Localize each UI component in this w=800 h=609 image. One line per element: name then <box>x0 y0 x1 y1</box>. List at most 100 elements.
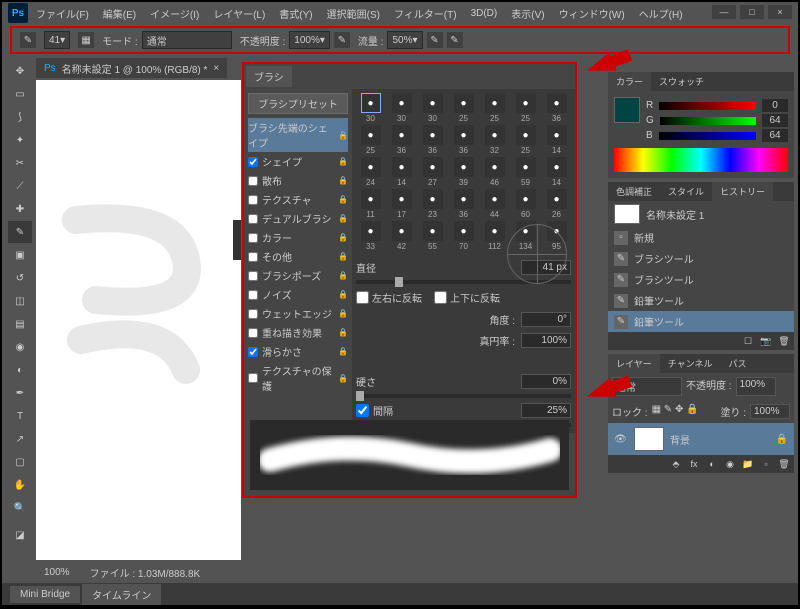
tab-history[interactable]: ヒストリー <box>712 182 773 201</box>
flow-field[interactable]: 50% ▾ <box>387 31 422 49</box>
brush-opt[interactable]: 重ね描き効果🔒 <box>248 323 348 342</box>
heal-tool[interactable]: ✚ <box>8 198 32 220</box>
brush-opt[interactable]: テクスチャの保護🔒 <box>248 361 348 395</box>
angle-field[interactable]: 0° <box>521 312 571 327</box>
brush-tip[interactable]: ●42 <box>387 221 416 251</box>
r-slider[interactable] <box>659 102 756 110</box>
brush-tip[interactable]: ●26 <box>542 189 571 219</box>
layer-row[interactable]: 👁 背景 🔒 <box>608 423 794 455</box>
adjust-icon[interactable]: ◉ <box>722 457 738 471</box>
brush-opt[interactable]: ウェットエッジ🔒 <box>248 304 348 323</box>
g-value[interactable]: 64 <box>762 114 788 127</box>
zoom-tool[interactable]: 🔍 <box>8 497 32 519</box>
tab-channels[interactable]: チャンネル <box>660 354 721 373</box>
tool-preset-icon[interactable]: ✎ <box>20 32 36 48</box>
lasso-tool[interactable]: ⟆ <box>8 106 32 128</box>
brush-tip[interactable]: ●25 <box>480 93 509 123</box>
move-tool[interactable]: ✥ <box>8 60 32 82</box>
hardness-slider[interactable] <box>356 394 571 398</box>
brush-tip[interactable]: ●25 <box>356 125 385 155</box>
menu-view[interactable]: 表示(V) <box>505 3 550 24</box>
path-tool[interactable]: ↗ <box>8 428 32 450</box>
menu-filter[interactable]: フィルター(T) <box>388 3 463 24</box>
brush-opt[interactable]: その他🔒 <box>248 247 348 266</box>
airbrush-icon[interactable]: ✎ <box>427 32 443 48</box>
brush-preset-button[interactable]: ブラシプリセット <box>248 93 348 114</box>
menu-help[interactable]: ヘルプ(H) <box>633 3 689 24</box>
menu-select[interactable]: 選択範囲(S) <box>321 3 386 24</box>
b-value[interactable]: 64 <box>762 129 788 142</box>
menu-window[interactable]: ウィンドウ(W) <box>553 3 631 24</box>
brush-tool[interactable]: ✎ <box>8 221 32 243</box>
brush-opt[interactable]: ノイズ🔒 <box>248 285 348 304</box>
opacity-pressure-icon[interactable]: ✎ <box>334 32 350 48</box>
history-item[interactable]: ✎ブラシツール <box>608 269 794 290</box>
menu-image[interactable]: イメージ(I) <box>144 3 205 24</box>
window-close[interactable]: × <box>768 5 792 19</box>
brush-tip[interactable]: ●14 <box>542 125 571 155</box>
brush-tip[interactable]: ●30 <box>418 93 447 123</box>
brush-opt[interactable]: 滑らかさ🔒 <box>248 342 348 361</box>
tablet-pressure-icon[interactable]: ✎ <box>447 32 463 48</box>
flip-y-check[interactable]: 上下に反転 <box>434 290 500 305</box>
lock-icons[interactable]: ▦ ✎ ✥ 🔒 <box>652 404 699 419</box>
hardness-field[interactable]: 0% <box>521 374 571 389</box>
menu-3d[interactable]: 3D(D) <box>465 5 504 22</box>
history-item[interactable]: ✎鉛筆ツール <box>608 311 794 332</box>
blur-tool[interactable]: ◉ <box>8 336 32 358</box>
canvas[interactable] <box>36 80 241 560</box>
layer-fill[interactable]: 100% <box>750 404 790 419</box>
scrollbar[interactable] <box>233 220 241 260</box>
type-tool[interactable]: T <box>8 405 32 427</box>
menu-edit[interactable]: 編集(E) <box>97 3 142 24</box>
tab-layers[interactable]: レイヤー <box>608 354 660 373</box>
brush-tip[interactable]: ●60 <box>511 189 540 219</box>
opacity-field[interactable]: 100% ▾ <box>289 31 330 49</box>
brush-opt[interactable]: 散布🔒 <box>248 171 348 190</box>
brush-tip[interactable]: ●46 <box>480 157 509 187</box>
brush-tip[interactable]: ●36 <box>418 125 447 155</box>
pen-tool[interactable]: ✒ <box>8 382 32 404</box>
fx-icon[interactable]: fx <box>686 457 702 471</box>
brush-opt[interactable]: シェイプ🔒 <box>248 152 348 171</box>
new-layer-icon[interactable]: ▫ <box>758 457 774 471</box>
hand-tool[interactable]: ✋ <box>8 474 32 496</box>
brush-tip[interactable]: ●55 <box>418 221 447 251</box>
brush-tip[interactable]: ●70 <box>449 221 478 251</box>
flip-x-check[interactable]: 左右に反転 <box>356 290 422 305</box>
brush-tip[interactable]: ●36 <box>449 125 478 155</box>
b-slider[interactable] <box>659 132 756 140</box>
r-value[interactable]: 0 <box>762 99 788 112</box>
crop-tool[interactable]: ✂ <box>8 152 32 174</box>
layer-visibility-icon[interactable]: 👁 <box>614 434 628 445</box>
history-item[interactable]: ✎ブラシツール <box>608 248 794 269</box>
marquee-tool[interactable]: ▭ <box>8 83 32 105</box>
brush-panel-toggle[interactable]: ▦ <box>78 32 94 48</box>
wand-tool[interactable]: ✦ <box>8 129 32 151</box>
angle-control[interactable] <box>507 224 567 284</box>
brush-tip[interactable]: ●112 <box>480 221 509 251</box>
brush-tip[interactable]: ●59 <box>511 157 540 187</box>
brush-tip[interactable]: ●33 <box>356 221 385 251</box>
tab-swatch[interactable]: スウォッチ <box>651 72 712 91</box>
tab-minibridge[interactable]: Mini Bridge <box>10 586 80 603</box>
snapshot-icon[interactable]: ☐ <box>740 334 756 348</box>
brush-tip[interactable]: ●36 <box>542 93 571 123</box>
zoom-level[interactable]: 100% <box>44 567 70 578</box>
brush-tip[interactable]: ●36 <box>449 189 478 219</box>
camera-icon[interactable]: 📷 <box>758 334 774 348</box>
brush-tip[interactable]: ●39 <box>449 157 478 187</box>
link-icon[interactable]: ⬘ <box>668 457 684 471</box>
mask-icon[interactable]: ◐ <box>704 457 720 471</box>
brush-tip[interactable]: ●14 <box>542 157 571 187</box>
tab-color[interactable]: カラー <box>608 72 651 91</box>
brush-opt[interactable]: デュアルブラシ🔒 <box>248 209 348 228</box>
menu-type[interactable]: 書式(Y) <box>273 3 318 24</box>
gradient-tool[interactable]: ▤ <box>8 313 32 335</box>
brush-tip[interactable]: ●17 <box>387 189 416 219</box>
fg-bg-swatch[interactable]: ◪ <box>8 520 32 550</box>
stamp-tool[interactable]: ▣ <box>8 244 32 266</box>
window-max[interactable]: □ <box>740 5 764 19</box>
folder-icon[interactable]: 📁 <box>740 457 756 471</box>
eraser-tool[interactable]: ◫ <box>8 290 32 312</box>
